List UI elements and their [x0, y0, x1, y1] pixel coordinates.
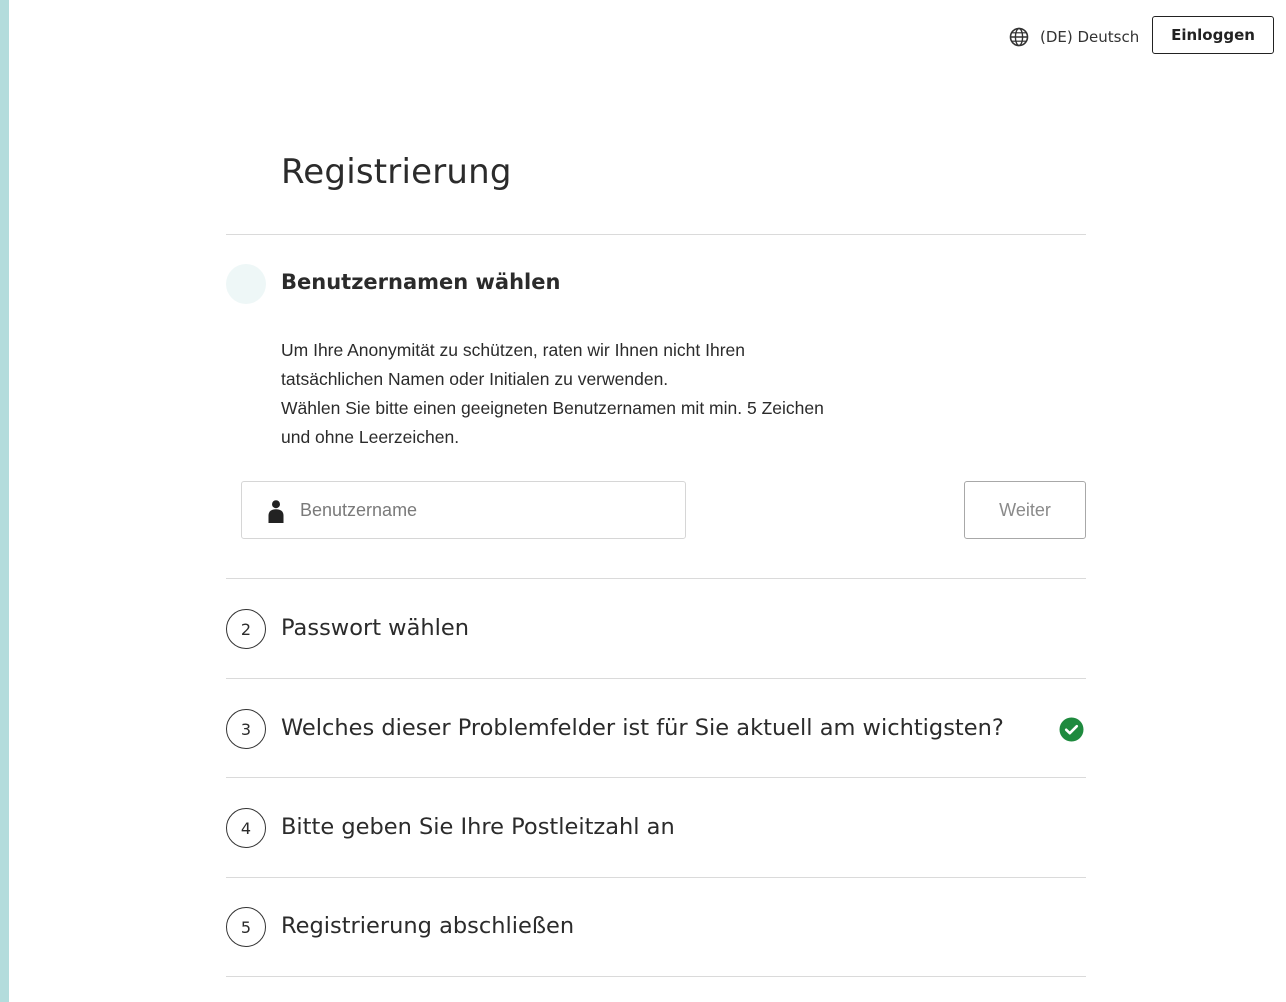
- check-circle-icon: [1059, 717, 1084, 742]
- divider: [226, 578, 1086, 579]
- step-5-number: 5: [226, 907, 266, 947]
- page-title: Registrierung: [281, 152, 512, 192]
- step-1-number: 1: [226, 264, 266, 304]
- description-line: Um Ihre Anonymität zu schützen, raten wi…: [281, 340, 745, 360]
- description-line: tatsächlichen Namen oder Initialen zu ve…: [281, 369, 669, 389]
- language-switcher[interactable]: (DE) Deutsch: [1008, 24, 1139, 50]
- step-5-title: Registrierung abschließen: [281, 913, 575, 939]
- step-4-title: Bitte geben Sie Ihre Postleitzahl an: [281, 814, 675, 840]
- login-button[interactable]: Einloggen: [1152, 16, 1274, 54]
- language-label: (DE) Deutsch: [1040, 28, 1140, 46]
- left-accent-bar: [0, 0, 9, 1002]
- globe-icon: [1008, 26, 1030, 48]
- step-3-header[interactable]: 3 Welches dieser Problemfelder ist für S…: [226, 709, 1086, 749]
- username-field[interactable]: [241, 481, 686, 539]
- step-1-description: Um Ihre Anonymität zu schützen, raten wi…: [281, 336, 921, 452]
- divider: [226, 234, 1086, 235]
- step-4-number: 4: [226, 808, 266, 848]
- step-2-title: Passwort wählen: [281, 615, 469, 641]
- divider: [226, 976, 1086, 977]
- description-line: und ohne Leerzeichen.: [281, 427, 460, 447]
- user-icon: [267, 499, 285, 523]
- divider: [226, 877, 1086, 878]
- step-5-header[interactable]: 5 Registrierung abschließen: [226, 907, 1086, 947]
- step-4-header[interactable]: 4 Bitte geben Sie Ihre Postleitzahl an: [226, 808, 1086, 848]
- step-3-title: Welches dieser Problemfelder ist für Sie…: [281, 715, 1004, 741]
- description-line: Wählen Sie bitte einen geeigneten Benutz…: [281, 398, 824, 418]
- step-2-number: 2: [226, 609, 266, 649]
- username-input[interactable]: [300, 482, 670, 538]
- next-button[interactable]: Weiter: [964, 481, 1086, 539]
- step-2-header[interactable]: 2 Passwort wählen: [226, 609, 1086, 649]
- step-1-title: Benutzernamen wählen: [281, 270, 561, 294]
- divider: [226, 777, 1086, 778]
- step-3-number: 3: [226, 709, 266, 749]
- divider: [226, 678, 1086, 679]
